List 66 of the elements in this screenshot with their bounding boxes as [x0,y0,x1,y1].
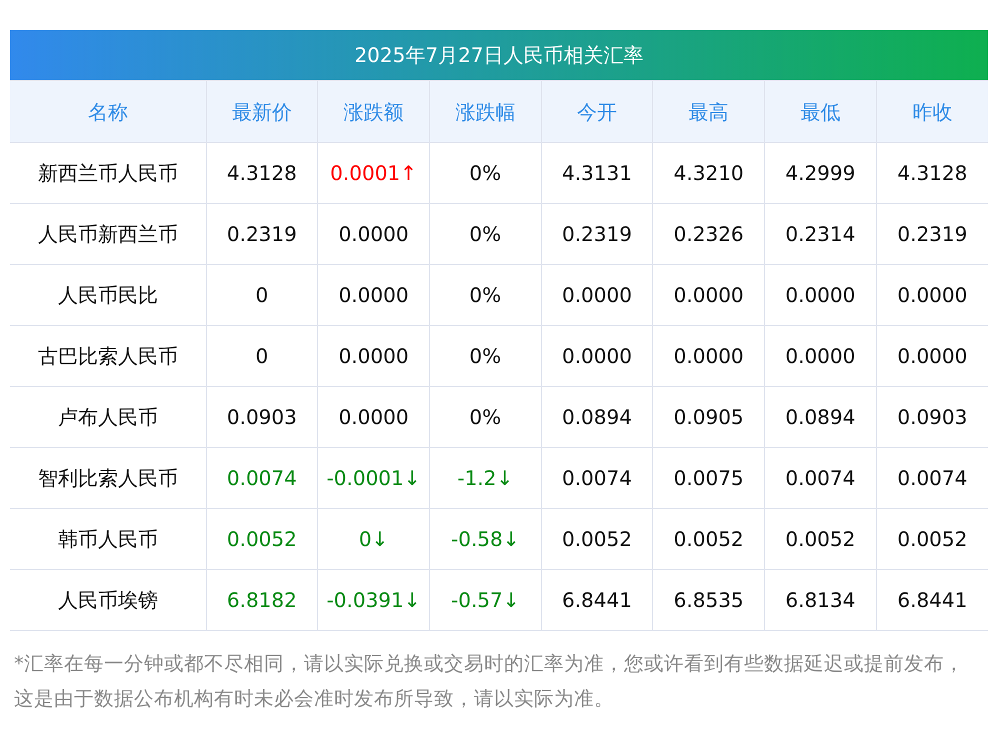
currency-pair-cell: 人民币民比 [10,264,206,326]
table-cell: 0% [429,386,542,448]
table-cell: 0.2319 [206,204,318,264]
table-cell: -0.57↓ [429,570,542,630]
table-cell: 0.0000 [764,264,876,326]
table-cell: 0.0000 [541,326,653,386]
currency-pair-cell: 人民币新西兰币 [10,204,206,264]
currency-pair-cell: 韩币人民币 [10,508,206,570]
table-cell: 0.0074 [206,448,318,508]
column-header: 涨跌幅 [429,80,542,142]
table-cell: -0.0001↓ [318,448,430,508]
table-cell: 0% [429,326,542,386]
table-cell: 6.8134 [764,570,876,630]
table-cell: 0↓ [318,508,430,570]
currency-pair-cell: 新西兰币人民币 [10,142,206,204]
table-cell: 4.3131 [541,142,653,204]
table-cell: 0.0894 [541,386,653,448]
table-cell: 0.0000 [764,326,876,386]
table-cell: 0.0000 [652,326,765,386]
column-header: 今开 [541,80,653,142]
table-cell: 0.0074 [764,448,876,508]
table-cell: 0.0000 [318,386,430,448]
column-header: 最高 [652,80,765,142]
table-title: 2025年7月27日人民币相关汇率 [10,30,988,80]
column-header: 名称 [10,80,206,142]
table-cell: 0.0000 [318,326,430,386]
table-cell: 0.0000 [318,204,430,264]
column-header: 昨收 [876,80,988,142]
table-cell: 0.0001↑ [318,142,430,204]
table-cell: 4.2999 [764,142,876,204]
currency-pair-cell: 智利比索人民币 [10,448,206,508]
table-cell: -0.0391↓ [318,570,430,630]
column-header: 最低 [764,80,876,142]
table-cell: 4.3128 [206,142,318,204]
table-cell: 0 [206,264,318,326]
currency-pair-cell: 古巴比索人民币 [10,326,206,386]
table-cell: 0.0052 [652,508,765,570]
table-cell: 0% [429,142,542,204]
table-cell: 6.8535 [652,570,765,630]
table-cell: 0.0052 [206,508,318,570]
table-cell: 0 [206,326,318,386]
column-header: 涨跌额 [318,80,430,142]
currency-pair-cell: 卢布人民币 [10,386,206,448]
table-cell: 0.0000 [652,264,765,326]
table-cell: 4.3210 [652,142,765,204]
table-cell: -1.2↓ [429,448,542,508]
table-cell: -0.58↓ [429,508,542,570]
table-cell: 0.0903 [206,386,318,448]
table-cell: 0.0052 [541,508,653,570]
disclaimer-note: *汇率在每一分钟或都不尽相同，请以实际兑换或交易时的汇率为准，您或许看到有些数据延迟或提前发布，这是由于数据公布机构有时未必会准时发布所导致，请以实际为准。 [13,651,965,712]
table-cell: 0.0894 [764,386,876,448]
table-cell: 0.0075 [652,448,765,508]
column-header: 最新价 [206,80,318,142]
currency-pair-cell: 人民币埃镑 [10,570,206,630]
table-cell: 0.0074 [541,448,653,508]
table-cell: 0.0052 [764,508,876,570]
table-cell: 0% [429,264,542,326]
table-cell: 0% [429,204,542,264]
table-cell: 0.2314 [764,204,876,264]
table-cell: 0.0000 [318,264,430,326]
table-cell: 0.2326 [652,204,765,264]
table-cell: 6.8441 [541,570,653,630]
table-cell: 0.2319 [541,204,653,264]
table-cell: 6.8182 [206,570,318,630]
table-cell: 0.0905 [652,386,765,448]
table-cell: 0.0000 [541,264,653,326]
